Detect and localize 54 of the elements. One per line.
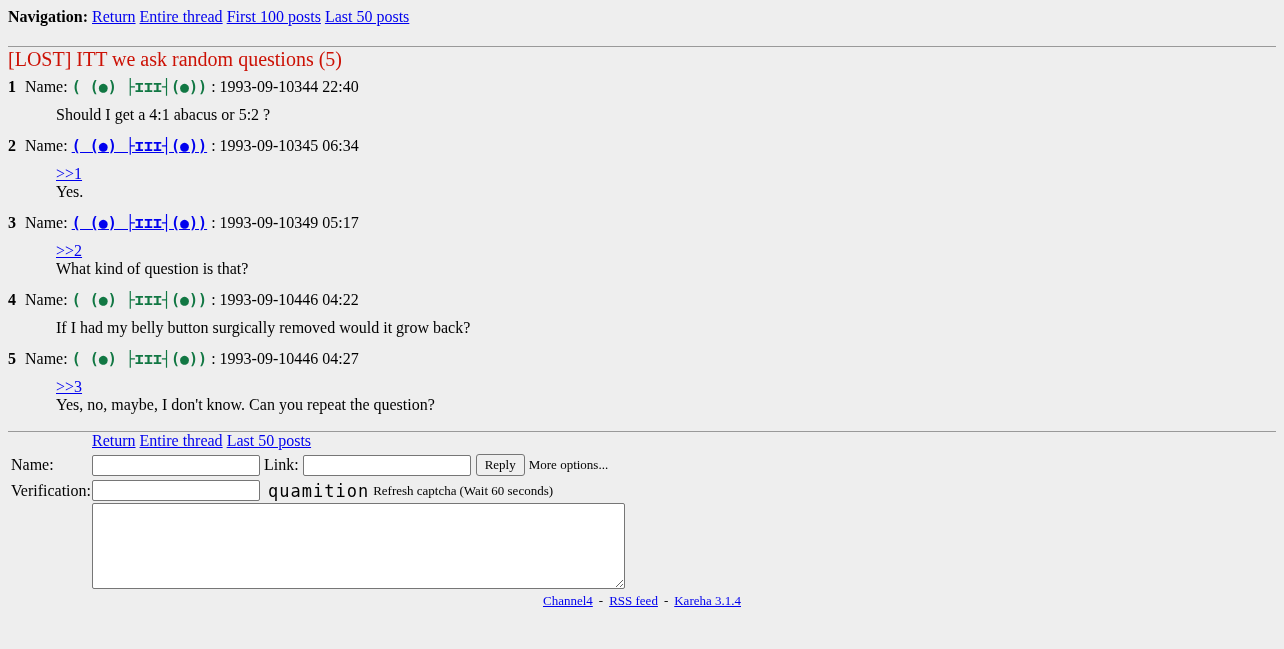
post-text: What kind of question is that? [56, 260, 250, 278]
nav-link[interactable]: Last 50 posts [324, 8, 410, 26]
name-label: Name: [25, 137, 68, 155]
post-date: : 1993-09-10349 05:17 [211, 214, 359, 232]
footer-link[interactable]: Channel4 [542, 592, 593, 610]
post-text: Yes, no, maybe, I don't know. Can you repeat the question? [56, 396, 436, 414]
quote-link[interactable]: >>1 [56, 165, 83, 183]
post-date: : 1993-09-10446 04:22 [211, 291, 359, 309]
poster-name: ( (●) ├ɪɪɪ┤(●)) [71, 78, 208, 96]
refresh-captcha-link[interactable]: Refresh captcha [373, 481, 457, 500]
quote-link[interactable]: >>3 [56, 378, 83, 396]
comment-field[interactable] [92, 503, 625, 589]
wait-note: (Wait 60 seconds) [459, 481, 554, 500]
poster-name-link[interactable]: ( (●) ├ɪɪɪ┤(●)) [71, 137, 208, 155]
captcha-image: quamition [268, 481, 370, 500]
name-label: Name: [25, 214, 68, 232]
post-date: : 1993-09-10446 04:27 [211, 350, 359, 368]
separator: - [598, 592, 604, 610]
name-label: Name: [11, 456, 55, 474]
post-text: Yes. [56, 183, 85, 201]
post-number: 2 [8, 137, 17, 155]
name-label: Name: [25, 350, 68, 368]
post-text: If I had my belly button surgically removed would it grow back? [56, 319, 472, 337]
post-number: 4 [8, 291, 17, 309]
name-field[interactable] [92, 454, 260, 476]
post-number: 3 [8, 214, 17, 232]
poster-name-link[interactable]: ( (●) ├ɪɪɪ┤(●)) [71, 214, 208, 232]
post-date: : 1993-09-10345 06:34 [211, 137, 359, 155]
post-number: 5 [8, 350, 17, 368]
form-link[interactable]: Entire thread [139, 432, 223, 450]
reply-button[interactable]: Reply [475, 454, 525, 476]
footer-link[interactable]: RSS feed [609, 592, 658, 610]
footer-link[interactable]: Kareha 3.1.4 [674, 592, 741, 610]
nav-link[interactable]: First 100 posts [226, 8, 321, 26]
poster-name: ( (●) ├ɪɪɪ┤(●)) [71, 350, 208, 368]
nav-link[interactable]: Entire thread [139, 8, 223, 26]
name-label: Name: [25, 78, 68, 96]
separator: - [663, 592, 669, 610]
form-link[interactable]: Return [92, 432, 136, 450]
navigation-label: Navigation: [8, 8, 88, 26]
verification-field[interactable] [92, 480, 260, 501]
thread-title: [LOST] ITT we ask random questions (5) [8, 48, 343, 70]
post-number: 1 [8, 78, 17, 96]
more-options-link[interactable]: More options... [528, 456, 609, 474]
nav-link[interactable]: Return [92, 8, 136, 26]
link-label: Link: [264, 456, 299, 474]
form-link[interactable]: Last 50 posts [226, 432, 312, 450]
verification-label: Verification: [11, 481, 92, 500]
poster-name: ( (●) ├ɪɪɪ┤(●)) [71, 291, 208, 309]
quote-link[interactable]: >>2 [56, 242, 83, 260]
post-date: : 1993-09-10344 22:40 [211, 78, 359, 96]
name-label: Name: [25, 291, 68, 309]
link-field[interactable] [302, 454, 471, 476]
post-text: Should I get a 4:1 abacus or 5:2 ? [56, 106, 272, 124]
